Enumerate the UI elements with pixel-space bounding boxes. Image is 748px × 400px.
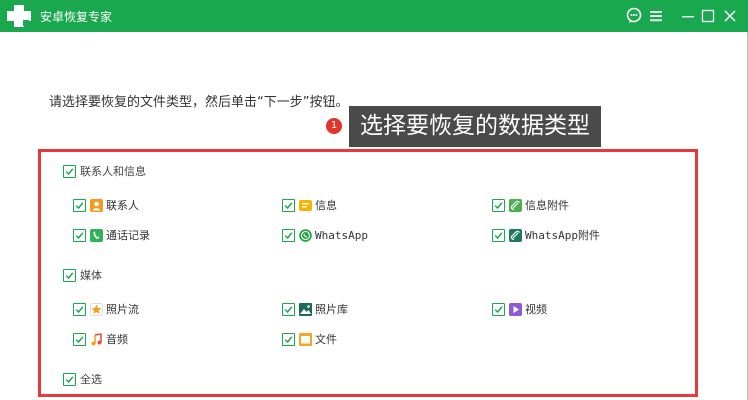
whatsapp-attachment-icon [509,228,522,242]
option-photo-library[interactable]: 照片库 [282,301,348,317]
option-audio[interactable]: 音频 [73,331,128,347]
message-attachments-checkbox[interactable] [492,198,505,212]
video-icon [509,302,522,316]
option-whatsapp-attachments[interactable]: WhatsApp附件 [492,227,600,243]
attachment-icon [509,198,522,212]
group-label: 媒体 [80,269,102,282]
option-photo-stream[interactable]: 照片流 [73,301,139,317]
option-label: 信息 [315,199,337,212]
audio-checkbox[interactable] [73,332,86,346]
message-icon [299,199,312,211]
option-label: 照片流 [106,303,139,316]
photo-stream-icon [90,302,103,316]
group-contacts-messages-checkbox[interactable] [63,164,76,178]
select-all[interactable]: 全选 [63,371,102,387]
videos-checkbox[interactable] [492,302,505,316]
option-label: 通话记录 [106,229,150,242]
option-documents[interactable]: 文件 [282,331,337,347]
select-all-checkbox[interactable] [63,372,76,386]
call-log-checkbox[interactable] [73,228,86,242]
option-contacts[interactable]: 联系人 [73,197,139,213]
app-logo-icon [7,5,31,27]
contacts-icon [90,198,103,212]
group-label: 联系人和信息 [80,165,146,178]
contacts-checkbox[interactable] [73,198,86,212]
messages-checkbox[interactable] [282,198,295,212]
option-whatsapp[interactable]: WhatsApp [282,227,368,243]
whatsapp-checkbox[interactable] [282,228,295,242]
music-icon [91,332,102,345]
instruction-text: 请选择要恢复的文件类型，然后单击“下一步”按钮。 [49,95,349,110]
menu-icon[interactable] [647,7,665,25]
option-label: 文件 [315,333,337,346]
maximize-icon[interactable] [699,7,717,25]
folder-icon [299,332,312,346]
group-media-checkbox[interactable] [63,268,76,282]
callout-number-badge: 1 [326,118,342,134]
minimize-icon[interactable] [679,7,697,25]
option-label: 视频 [525,303,547,316]
whatsapp-icon [299,228,312,242]
file-type-panel: 联系人和信息 联系人 信息 信息附件 通话记录 WhatsApp WhatsAp… [38,149,698,397]
option-label: 联系人 [106,199,139,212]
option-label: WhatsApp [315,228,368,242]
option-videos[interactable]: 视频 [492,301,547,317]
documents-checkbox[interactable] [282,332,295,346]
app-title: 安卓恢复专家 [40,10,113,24]
option-label: 音频 [106,333,128,346]
chat-icon[interactable] [625,7,643,25]
photo-library-icon [299,302,312,316]
option-label: WhatsApp附件 [525,229,600,242]
option-label: 信息附件 [525,199,569,212]
callout-label: 选择要恢复的数据类型 [349,106,601,147]
photo-library-checkbox[interactable] [282,302,295,316]
photo-stream-checkbox[interactable] [73,302,86,316]
option-messages[interactable]: 信息 [282,197,337,213]
option-label: 照片库 [315,303,348,316]
group-media[interactable]: 媒体 [63,267,102,283]
whatsapp-attachments-checkbox[interactable] [492,228,505,242]
phone-icon [90,228,103,242]
close-icon[interactable] [721,7,739,25]
option-call-log[interactable]: 通话记录 [73,227,150,243]
select-all-label: 全选 [80,373,102,386]
group-contacts-messages[interactable]: 联系人和信息 [63,163,146,179]
option-message-attachments[interactable]: 信息附件 [492,197,569,213]
title-bar: 安卓恢复专家 [0,0,748,32]
